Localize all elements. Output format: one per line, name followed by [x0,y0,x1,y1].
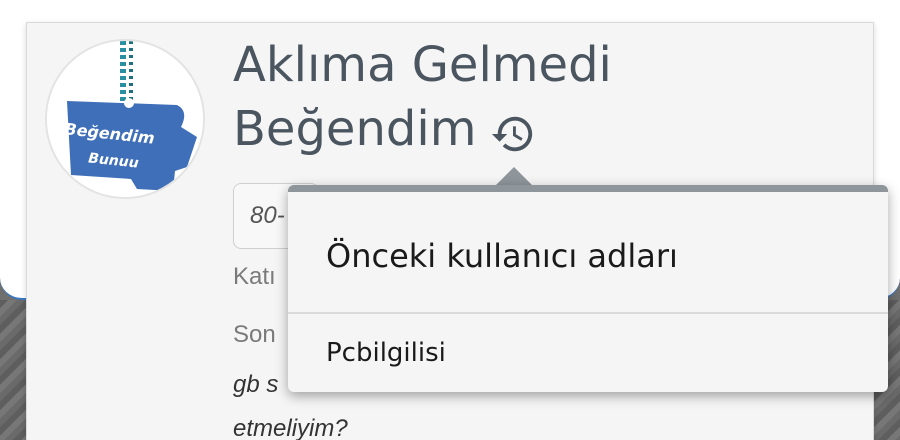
previous-usernames-popup: Önceki kullanıcı adları Pcbilgilisi [288,185,888,392]
previous-username-item[interactable]: Pcbilgilisi [288,314,888,392]
history-icon[interactable] [490,109,536,155]
signature-line-1: gb s [233,371,279,398]
username-line-1: Aklıma Gelmedi [233,37,612,93]
last-seen-label: Son [233,321,276,348]
signature-line-2: etmeliyim? [233,415,348,440]
popup-arrow [496,167,532,185]
username-line-2: Beğendim [233,101,477,157]
popup-title: Önceki kullanıcı adları [288,192,888,314]
username-line-2-row: Beğendim [233,97,833,161]
avatar[interactable]: Beğendim Bunuu [45,39,205,199]
joined-label: Katı [233,263,276,290]
username-heading: Aklıma Gelmedi Beğendim [233,33,833,161]
avatar-image: Beğendim Bunuu [47,41,203,197]
